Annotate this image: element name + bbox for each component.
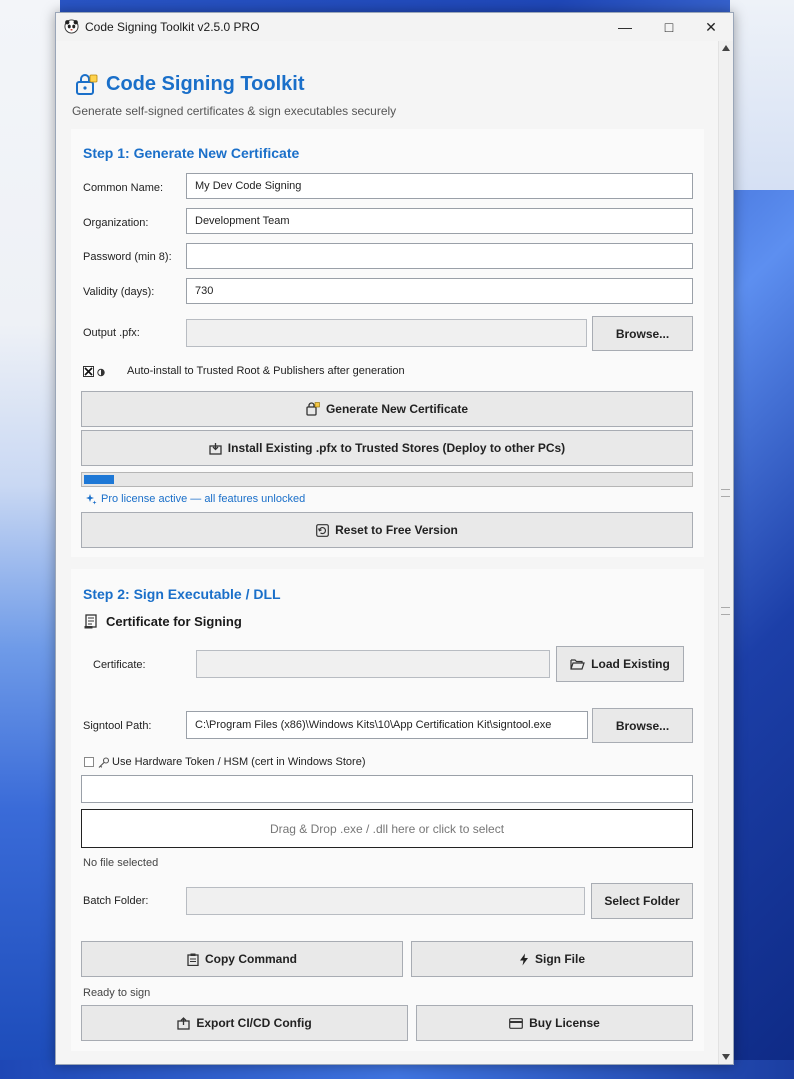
- batch-folder-label: Batch Folder:: [83, 895, 149, 907]
- signtool-browse-label: Browse...: [615, 718, 670, 733]
- minimize-button[interactable]: —: [603, 13, 647, 41]
- folder-open-icon: [570, 659, 585, 670]
- credit-card-icon: [509, 1017, 524, 1029]
- batch-folder-input[interactable]: [186, 887, 585, 915]
- drop-zone[interactable]: Drag & Drop .exe / .dll here or click to…: [81, 809, 693, 848]
- sign-file-button[interactable]: Sign File: [411, 941, 693, 977]
- scroll-grip-icon[interactable]: [721, 607, 730, 615]
- drop-zone-label: Drag & Drop .exe / .dll here or click to…: [269, 821, 505, 836]
- step2-title: Step 2: Sign Executable / DLL: [83, 586, 281, 602]
- reset-free-button[interactable]: Reset to Free Version: [81, 512, 693, 548]
- output-browse-label: Browse...: [615, 326, 670, 341]
- generate-certificate-label: Generate New Certificate: [325, 402, 469, 416]
- load-existing-label: Load Existing: [591, 657, 670, 671]
- output-pfx-label: Output .pfx:: [83, 327, 140, 339]
- desktop-wallpaper-right: [730, 0, 794, 190]
- hsm-label[interactable]: Use Hardware Token / HSM (cert in Window…: [112, 756, 366, 768]
- vertical-scrollbar[interactable]: [718, 41, 733, 1064]
- step2-card: Step 2: Sign Executable / DLL Certificat…: [71, 569, 704, 1051]
- common-name-input[interactable]: My Dev Code Signing: [186, 173, 693, 199]
- install-box-icon: [209, 442, 222, 455]
- file-status-text: No file selected: [83, 857, 159, 869]
- cert-section-title: Certificate for Signing: [106, 614, 242, 629]
- organization-input[interactable]: Development Team: [186, 208, 693, 234]
- install-existing-button[interactable]: Install Existing .pfx to Trusted Stores …: [81, 430, 693, 466]
- signtool-browse-button[interactable]: Browse...: [592, 708, 693, 743]
- progress-bar: [81, 472, 693, 487]
- lock-cert-icon: [76, 74, 98, 95]
- ready-status-text: Ready to sign: [83, 987, 151, 999]
- export-cicd-label: Export CI/CD Config: [196, 1016, 312, 1030]
- output-browse-button[interactable]: Browse...: [592, 316, 693, 351]
- close-button[interactable]: ✕: [689, 13, 733, 41]
- step1-card: Step 1: Generate New Certificate Common …: [71, 129, 704, 557]
- hsm-checkbox[interactable]: [84, 757, 94, 767]
- export-box-icon: [177, 1016, 190, 1030]
- install-existing-label: Install Existing .pfx to Trusted Stores …: [227, 441, 566, 455]
- step1-title: Step 1: Generate New Certificate: [83, 145, 300, 161]
- reset-free-label: Reset to Free Version: [335, 523, 458, 537]
- password-label: Password (min 8):: [83, 251, 172, 263]
- hsm-cert-input[interactable]: [81, 775, 693, 803]
- app-window: Code Signing Toolkit v2.5.0 PRO — □ ✕ Co…: [55, 12, 734, 1065]
- organization-label: Organization:: [83, 217, 149, 229]
- load-existing-button[interactable]: Load Existing: [556, 646, 684, 682]
- scroll-up-arrow-icon[interactable]: [722, 45, 730, 51]
- validity-input[interactable]: 730: [186, 278, 693, 304]
- window-title: Code Signing Toolkit v2.5.0 PRO: [85, 20, 260, 34]
- lock-cert-icon: [306, 402, 320, 416]
- signtool-path-label: Signtool Path:: [83, 720, 152, 732]
- key-icon: [98, 757, 110, 768]
- scroll-down-arrow-icon[interactable]: [722, 1054, 730, 1060]
- output-pfx-input[interactable]: [186, 319, 587, 347]
- maximize-button[interactable]: □: [647, 13, 691, 41]
- validity-label: Validity (days):: [83, 286, 155, 298]
- select-folder-button[interactable]: Select Folder: [591, 883, 693, 919]
- progress-fill: [84, 475, 114, 484]
- desktop-wallpaper-left: [0, 0, 60, 1079]
- sparkle-icon: [86, 494, 97, 505]
- copy-command-label: Copy Command: [204, 952, 297, 966]
- scroll-document-icon: [84, 614, 97, 629]
- title-bar[interactable]: Code Signing Toolkit v2.5.0 PRO — □ ✕: [56, 13, 733, 41]
- generate-certificate-button[interactable]: Generate New Certificate: [81, 391, 693, 427]
- sign-file-label: Sign File: [534, 952, 585, 966]
- buy-license-button[interactable]: Buy License: [416, 1005, 693, 1041]
- page-subtitle: Generate self-signed certificates & sign…: [72, 104, 397, 118]
- signtool-path-input[interactable]: C:\Program Files (x86)\Windows Kits\10\A…: [186, 711, 588, 739]
- select-folder-label: Select Folder: [604, 894, 680, 908]
- certificate-label: Certificate:: [93, 659, 146, 671]
- reset-icon: [316, 523, 330, 537]
- pro-license-status: Pro license active — all features unlock…: [101, 493, 306, 505]
- panda-app-icon: [64, 19, 79, 34]
- export-cicd-button[interactable]: Export CI/CD Config: [81, 1005, 408, 1041]
- copy-command-button[interactable]: Copy Command: [81, 941, 403, 977]
- page-title: Code Signing Toolkit: [106, 73, 305, 95]
- clipboard-icon: [187, 953, 199, 966]
- lightning-icon: [519, 953, 528, 965]
- scroll-grip-icon[interactable]: [721, 489, 730, 497]
- certificate-input[interactable]: [196, 650, 550, 678]
- checked-checkbox-icon[interactable]: [83, 366, 105, 378]
- common-name-label: Common Name:: [83, 182, 164, 194]
- password-input[interactable]: [186, 243, 693, 269]
- buy-license-label: Buy License: [529, 1016, 600, 1030]
- auto-install-label[interactable]: Auto-install to Trusted Root & Publisher…: [127, 365, 405, 377]
- scroll-content: Code Signing Toolkit Generate self-signe…: [56, 41, 718, 1064]
